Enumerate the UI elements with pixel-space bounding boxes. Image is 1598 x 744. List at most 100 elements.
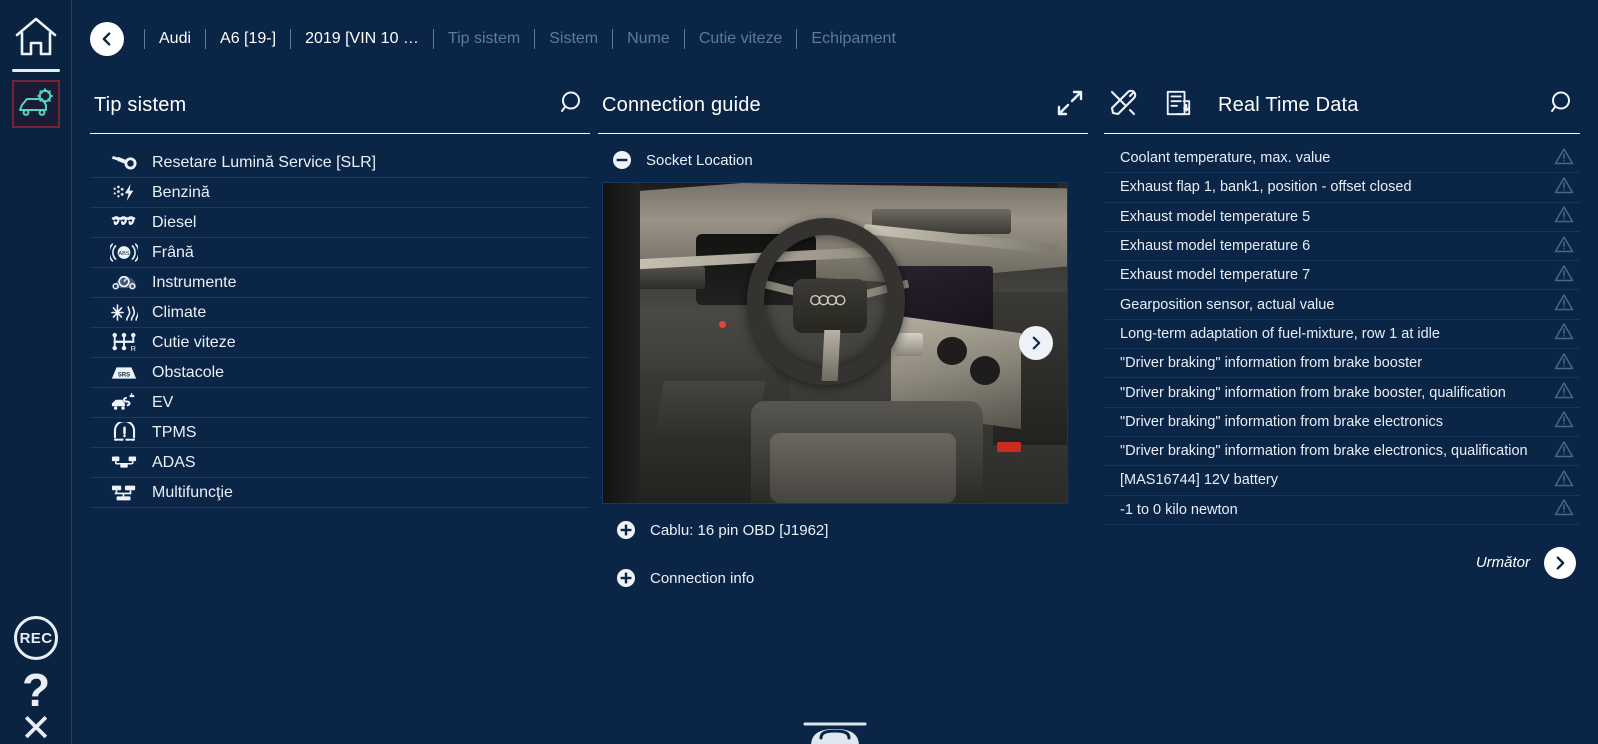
sidebar-item-benzina[interactable]: Benzină	[90, 178, 590, 208]
sidebar-item-frana[interactable]: ABS Frână	[90, 238, 590, 268]
wrench-icon	[106, 153, 142, 172]
left-rail: REC ? ✕	[0, 0, 72, 744]
minus-circle-icon[interactable]	[612, 150, 632, 170]
breadcrumb-item-2019-vin[interactable]: 2019 [VIN 10 …	[290, 29, 433, 49]
system-type-list: Resetare Lumină Service [SLR] Benzină Di…	[90, 134, 590, 508]
warning-triangle-icon	[1554, 293, 1574, 316]
svg-text:ABS: ABS	[118, 251, 129, 257]
list-item[interactable]: "Driver braking" information from brake …	[1104, 437, 1580, 467]
accordion-connection-info[interactable]: Connection info	[602, 540, 1088, 588]
sidebar-item-label: Diesel	[152, 213, 197, 231]
record-button[interactable]: REC	[14, 616, 58, 660]
list-item[interactable]: Gearposition sensor, actual value	[1104, 290, 1580, 320]
sidebar-item-label: EV	[152, 393, 174, 411]
glowplug-icon	[106, 214, 142, 232]
breadcrumb-item-sistem[interactable]: Sistem	[534, 29, 612, 49]
breadcrumb-item-a6[interactable]: A6 [19-]	[205, 29, 290, 49]
accordion-socket-location[interactable]: Socket Location	[598, 134, 1088, 170]
rtd-label: Long-term adaptation of fuel-mixture, ro…	[1120, 325, 1440, 342]
list-item[interactable]: -1 to 0 kilo newton	[1104, 496, 1580, 525]
warning-triangle-icon	[1554, 147, 1574, 170]
sidebar-item-climate[interactable]: Climate	[90, 298, 590, 328]
list-item[interactable]: "Driver braking" information from brake …	[1104, 378, 1580, 408]
breadcrumb-item-cutie-viteze[interactable]: Cutie viteze	[683, 29, 797, 49]
rtd-label: "Driver braking" information from brake …	[1120, 384, 1506, 401]
list-item[interactable]: Exhaust model temperature 5	[1104, 203, 1580, 232]
list-item[interactable]: [MAS16744] 12V battery	[1104, 466, 1580, 496]
warning-triangle-icon	[1554, 235, 1574, 258]
photo-next-button[interactable]	[1019, 326, 1053, 360]
multifunction-icon	[106, 484, 142, 502]
list-item[interactable]: Exhaust model temperature 7	[1104, 261, 1580, 291]
list-item[interactable]: Exhaust flap 1, bank1, position - offset…	[1104, 173, 1580, 203]
list-item[interactable]: Long-term adaptation of fuel-mixture, ro…	[1104, 320, 1580, 350]
socket-location-photo	[602, 182, 1068, 504]
sidebar-item-instrumente[interactable]: Instrumente	[90, 268, 590, 298]
rtd-label: Gearposition sensor, actual value	[1120, 296, 1335, 313]
next-button[interactable]	[1544, 546, 1576, 579]
list-item[interactable]: "Driver braking" information from brake …	[1104, 408, 1580, 437]
connection-guide-header: Connection guide	[598, 78, 1088, 134]
realtime-data-list: Coolant temperature, max. value Exhaust …	[1104, 134, 1580, 525]
search-icon[interactable]	[1548, 89, 1576, 122]
sidebar-item-multifunctie[interactable]: Multifuncţie	[90, 478, 590, 508]
breadcrumb: Audi A6 [19-] 2019 [VIN 10 … Tip sistem …	[144, 29, 910, 49]
rtd-label: "Driver braking" information from brake …	[1120, 355, 1423, 372]
connection-guide-panel: Connection guide Socket Location Cablu: …	[598, 78, 1088, 588]
sidebar-item-label: Cutie viteze	[152, 333, 236, 351]
breadcrumb-item-audi[interactable]: Audi	[144, 29, 205, 49]
breadcrumb-item-tip-sistem[interactable]: Tip sistem	[432, 29, 534, 49]
sidebar-item-label: Obstacole	[152, 363, 225, 381]
srs-airbag-icon: SRS	[106, 364, 142, 382]
sidebar-item-adas[interactable]: ADAS	[90, 448, 590, 478]
sidebar-item-label: Instrumente	[152, 273, 237, 291]
breadcrumb-item-nume[interactable]: Nume	[612, 29, 684, 49]
sidebar-item-label: ADAS	[152, 453, 196, 471]
sidebar-item-tpms[interactable]: TPMS	[90, 418, 590, 448]
save-data-icon[interactable]	[1164, 89, 1192, 122]
rtd-label: Exhaust model temperature 6	[1120, 238, 1311, 255]
warning-triangle-icon	[1554, 322, 1574, 345]
car-icon	[799, 716, 871, 744]
expand-arrows-icon[interactable]	[1056, 89, 1084, 122]
rtd-label: "Driver braking" information from brake …	[1120, 413, 1443, 430]
accordion-label: Cablu: 16 pin OBD [J1962]	[650, 521, 829, 539]
warning-triangle-icon	[1554, 176, 1574, 199]
car-gear-icon[interactable]	[11, 80, 60, 128]
rtd-label: "Driver braking" information from brake …	[1120, 443, 1528, 460]
sidebar-item-label: Frână	[152, 243, 194, 261]
connection-guide-title: Connection guide	[602, 94, 761, 116]
help-icon[interactable]: ?	[22, 667, 50, 713]
sidebar-item-cutie-viteze[interactable]: R Cutie viteze	[90, 328, 590, 358]
system-type-panel: Tip sistem Resetare Lumină Service [SLR]…	[90, 78, 590, 588]
sidebar-item-diesel[interactable]: Diesel	[90, 208, 590, 238]
home-icon[interactable]	[13, 14, 59, 60]
climate-icon	[106, 303, 142, 322]
list-item[interactable]: Exhaust model temperature 6	[1104, 232, 1580, 262]
app-window: REC ? ✕ Audi A6 [19-] 2019 [VIN 10 … Tip…	[0, 0, 1598, 744]
list-item[interactable]: "Driver braking" information from brake …	[1104, 349, 1580, 379]
plus-circle-icon[interactable]	[616, 568, 636, 588]
list-item[interactable]: Coolant temperature, max. value	[1104, 144, 1580, 174]
sidebar-item-ev[interactable]: EV	[90, 388, 590, 418]
warning-triangle-icon	[1554, 498, 1574, 521]
accordion-label: Connection info	[650, 569, 755, 587]
sidebar-item-label: TPMS	[152, 423, 197, 441]
back-button[interactable]	[90, 22, 124, 56]
tools-icon[interactable]	[1108, 88, 1138, 123]
next-row: Următor	[1104, 525, 1580, 579]
accordion-cable[interactable]: Cablu: 16 pin OBD [J1962]	[602, 504, 1088, 540]
svg-text:R: R	[131, 344, 136, 353]
search-icon[interactable]	[558, 89, 586, 122]
sidebar-item-slr[interactable]: Resetare Lumină Service [SLR]	[90, 148, 590, 178]
close-icon[interactable]: ✕	[20, 710, 52, 744]
warning-triangle-icon	[1554, 469, 1574, 492]
warning-triangle-icon	[1554, 264, 1574, 287]
plus-circle-icon[interactable]	[616, 520, 636, 540]
breadcrumb-bar: Audi A6 [19-] 2019 [VIN 10 … Tip sistem …	[72, 0, 1598, 78]
sidebar-item-obstacole[interactable]: SRS Obstacole	[90, 358, 590, 388]
panels-row: Tip sistem Resetare Lumină Service [SLR]…	[72, 78, 1598, 588]
gear-shift-icon: R	[106, 332, 142, 353]
breadcrumb-item-echipament[interactable]: Echipament	[796, 29, 910, 49]
rtd-label: Exhaust model temperature 7	[1120, 267, 1311, 284]
